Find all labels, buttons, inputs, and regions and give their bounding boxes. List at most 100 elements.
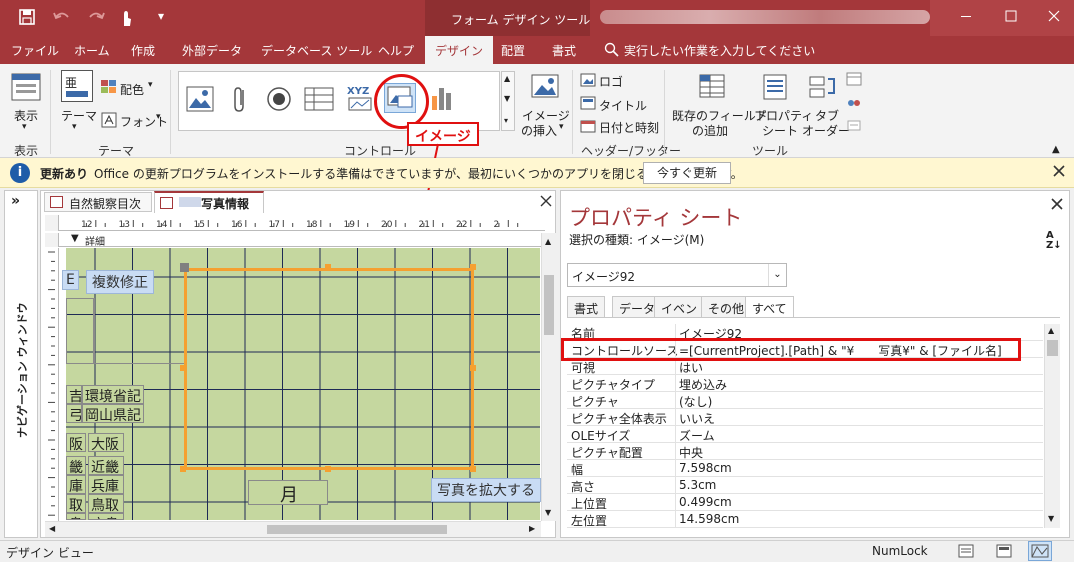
- scroll-up-icon[interactable]: ▲: [1048, 326, 1054, 335]
- theme-button-label[interactable]: テーマ: [61, 107, 97, 124]
- property-row[interactable]: OLEサイズ ズーム: [567, 426, 1043, 443]
- view-icon[interactable]: [10, 72, 42, 104]
- color-scheme-dropdown-icon[interactable]: ▾: [148, 80, 153, 90]
- convert-macros-icon[interactable]: [846, 118, 862, 132]
- tab-order-label-2[interactable]: オーダー: [802, 122, 850, 139]
- resize-handle[interactable]: [325, 264, 331, 270]
- gallery-scroll-down-icon[interactable]: ▼: [504, 94, 510, 103]
- control-box[interactable]: [94, 298, 184, 364]
- text-field[interactable]: 島: [66, 513, 86, 520]
- prop-tab-format[interactable]: 書式: [567, 296, 606, 318]
- touch-mode-icon[interactable]: [118, 8, 134, 28]
- insert-image-label-2[interactable]: の挿入: [521, 122, 557, 139]
- text-field[interactable]: 広島: [88, 513, 124, 520]
- property-value[interactable]: はい: [679, 359, 703, 376]
- partial-button[interactable]: E: [62, 270, 79, 290]
- close-icon[interactable]: [1046, 8, 1062, 24]
- resize-handle[interactable]: [180, 466, 186, 472]
- control-box[interactable]: [66, 298, 94, 364]
- property-row[interactable]: ピクチャ全体表示 いいえ: [567, 409, 1043, 426]
- option-button-control-icon[interactable]: [266, 86, 292, 112]
- text-field[interactable]: 畿: [66, 456, 86, 475]
- subform-window-icon[interactable]: [846, 72, 862, 86]
- property-value[interactable]: 埋め込み: [679, 376, 727, 393]
- tell-me-input[interactable]: 実行したい作業を入力してください: [624, 42, 815, 59]
- subform-control-icon[interactable]: [304, 87, 334, 111]
- insert-image-icon[interactable]: [530, 73, 560, 101]
- text-field[interactable]: 庫: [66, 475, 86, 494]
- scroll-up-icon[interactable]: ▲: [545, 237, 551, 246]
- text-field[interactable]: 環境省記: [82, 385, 144, 404]
- bound-chart-control-icon[interactable]: [430, 84, 452, 112]
- text-field[interactable]: 岡山県記: [82, 404, 144, 423]
- nav-pane-expand-icon[interactable]: »: [11, 193, 20, 209]
- resize-handle[interactable]: [470, 264, 476, 270]
- resize-handle[interactable]: [470, 466, 476, 472]
- tab-create[interactable]: 作成: [131, 42, 155, 59]
- date-time-button[interactable]: 日付と時刻: [599, 119, 659, 136]
- theme-dropdown-icon[interactable]: ▾: [72, 122, 77, 132]
- form-horizontal-scrollbar[interactable]: ◀ ▶: [45, 521, 541, 537]
- attachment-control-icon[interactable]: [232, 84, 248, 114]
- gallery-more-icon[interactable]: ▾: [504, 116, 508, 125]
- maximize-icon[interactable]: [1003, 8, 1019, 24]
- dropdown-arrow-icon[interactable]: ⌄: [768, 264, 786, 286]
- existing-fields-label-2[interactable]: の追加: [692, 122, 728, 139]
- undo-icon[interactable]: [52, 9, 72, 25]
- minimize-icon[interactable]: [958, 8, 974, 24]
- existing-fields-icon[interactable]: [698, 73, 726, 101]
- update-now-button[interactable]: 今すぐ更新: [643, 162, 731, 184]
- section-toggle-icon[interactable]: ▼: [71, 233, 79, 244]
- font-dropdown-icon[interactable]: ▾: [156, 112, 161, 122]
- gallery-scroll-up-icon[interactable]: ▲: [504, 74, 510, 83]
- scroll-down-icon[interactable]: ▼: [1048, 514, 1054, 523]
- property-sheet-icon[interactable]: [762, 73, 788, 101]
- property-value[interactable]: ズーム: [679, 427, 715, 444]
- property-row[interactable]: ピクチャタイプ 埋め込み: [567, 375, 1043, 392]
- property-row[interactable]: 高さ 5.3cm: [567, 477, 1043, 494]
- property-sheet-close-icon[interactable]: [1050, 197, 1064, 211]
- selected-image-control[interactable]: [184, 268, 474, 470]
- redo-icon[interactable]: [86, 9, 106, 25]
- infobar-close-icon[interactable]: [1052, 164, 1066, 178]
- view-dropdown-icon[interactable]: ▾: [22, 122, 27, 132]
- h-scroll-thumb[interactable]: [267, 525, 447, 534]
- scroll-thumb[interactable]: [1047, 340, 1058, 356]
- section-selector[interactable]: [45, 233, 59, 247]
- qat-customize-icon[interactable]: ▾: [158, 9, 164, 23]
- chart-xyz-control-icon[interactable]: XYZ: [345, 84, 375, 112]
- property-row[interactable]: ピクチャ (なし): [567, 392, 1043, 409]
- doc-tab-nature-index[interactable]: 自然観察目次: [44, 192, 152, 212]
- property-sheet-label-2[interactable]: シート: [762, 122, 798, 139]
- property-row[interactable]: ピクチャ配置 中央: [567, 443, 1043, 460]
- multi-edit-button[interactable]: 複数修正: [86, 270, 154, 294]
- gallery-scrollbar[interactable]: ▲ ▼ ▾: [501, 71, 515, 131]
- resize-handle[interactable]: [470, 365, 476, 371]
- collapse-ribbon-icon[interactable]: ▲: [1052, 144, 1060, 155]
- view-code-icon[interactable]: [846, 96, 862, 110]
- tab-order-icon[interactable]: [808, 73, 836, 101]
- text-field[interactable]: 阪: [66, 433, 86, 452]
- prop-tab-other[interactable]: その他: [701, 296, 752, 318]
- doc-close-icon[interactable]: [539, 194, 553, 208]
- scroll-down-icon[interactable]: ▼: [545, 508, 551, 517]
- doc-tab-photo-info[interactable]: 写真情報: [154, 191, 264, 213]
- property-value[interactable]: 0.499cm: [679, 495, 732, 509]
- resize-handle[interactable]: [325, 466, 331, 472]
- month-field[interactable]: 月: [248, 480, 328, 505]
- form-vertical-scrollbar[interactable]: ▲ ▼: [541, 233, 556, 521]
- text-field[interactable]: 取: [66, 494, 86, 513]
- tab-external-data[interactable]: 外部データ: [182, 42, 242, 59]
- theme-icon[interactable]: 亜: [61, 70, 93, 102]
- layout-view-icon[interactable]: [996, 544, 1012, 558]
- insert-image-dropdown-icon[interactable]: ▾: [559, 122, 564, 132]
- image-control-icon[interactable]: [186, 86, 214, 112]
- tab-file[interactable]: ファイル: [11, 42, 59, 59]
- design-view-icon[interactable]: [1028, 541, 1052, 561]
- tab-design[interactable]: デザイン: [425, 36, 494, 64]
- form-view-icon[interactable]: [958, 544, 974, 558]
- text-field[interactable]: 鳥取: [88, 494, 124, 513]
- object-selector-dropdown[interactable]: イメージ92 ⌄: [567, 263, 787, 287]
- save-icon[interactable]: [18, 8, 38, 28]
- property-value[interactable]: いいえ: [679, 410, 715, 427]
